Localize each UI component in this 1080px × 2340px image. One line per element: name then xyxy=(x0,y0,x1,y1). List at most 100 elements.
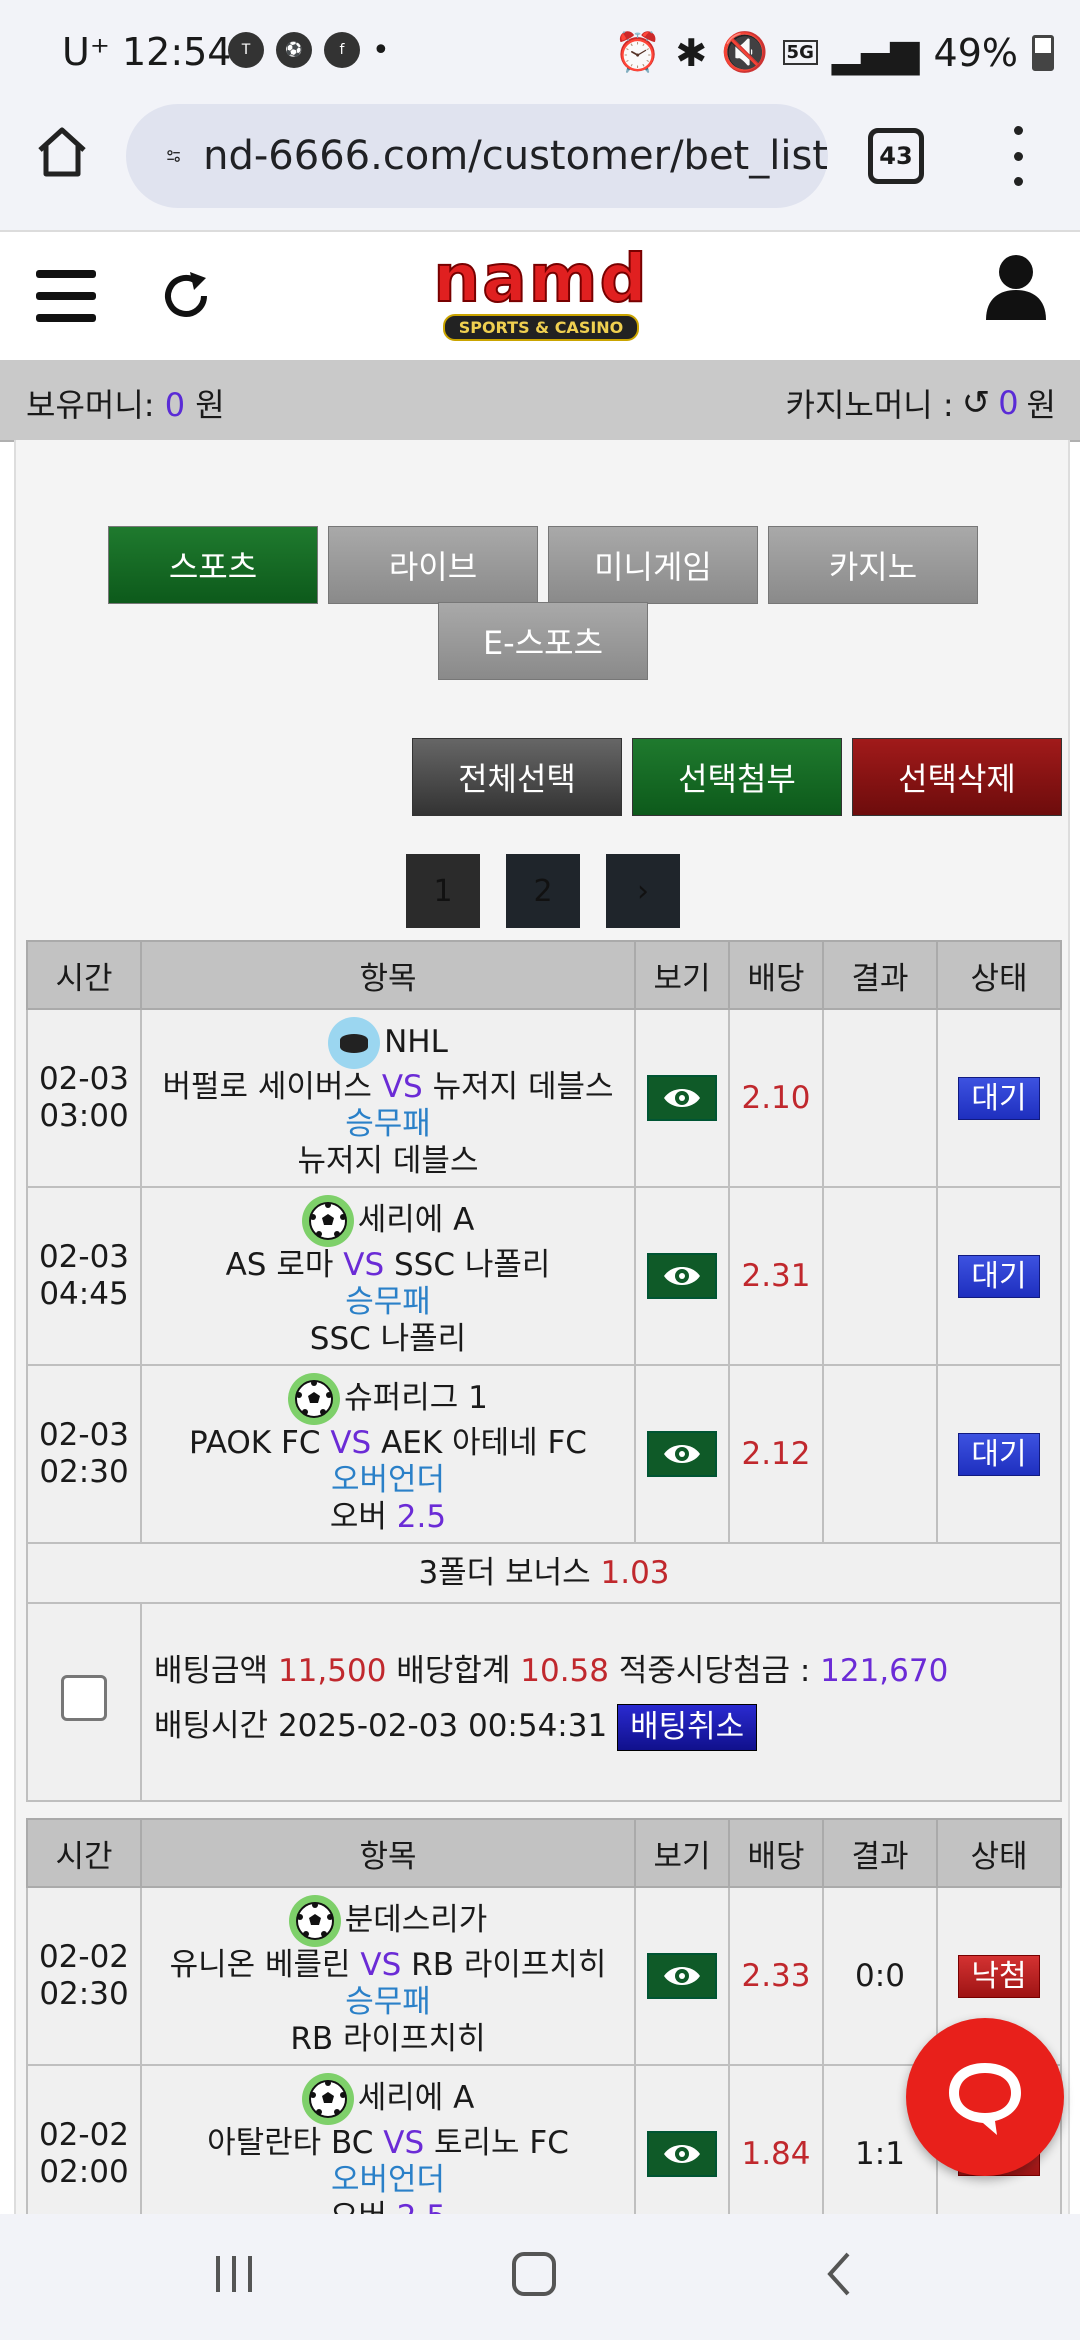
url-text[interactable]: nd-6666.com/customer/bet_list xyxy=(203,133,828,179)
market-type: 승무패 xyxy=(345,1983,431,2020)
eye-icon[interactable] xyxy=(647,1953,717,1999)
eye-icon[interactable] xyxy=(647,1075,717,1121)
chat-bubble-icon xyxy=(949,2063,1021,2135)
status-cell: 대기 xyxy=(936,1364,1062,1544)
menu-icon[interactable] xyxy=(36,270,96,322)
notification-icons: T ⚽ f • xyxy=(228,32,390,68)
col-header-item: 항목 xyxy=(140,1818,636,1888)
bet-item: 슈퍼리그 1 PAOK FC VS AEK 아테네 FC 오버언더 오버 2.5 xyxy=(140,1364,636,1544)
status-cell: 대기 xyxy=(936,1008,1062,1188)
odds-value: 2.12 xyxy=(728,1364,824,1544)
tab-sports[interactable]: 스포츠 xyxy=(108,526,318,604)
odds-value: 2.33 xyxy=(728,1886,824,2066)
attach-selected-button[interactable]: 선택첨부 xyxy=(632,738,842,816)
casino-refresh-icon[interactable]: ↺ xyxy=(962,383,991,423)
view-cell xyxy=(634,1886,730,2066)
soccer-ball-icon xyxy=(288,1894,341,1947)
eye-icon[interactable] xyxy=(647,2131,717,2177)
cancel-bet-button[interactable]: 배팅취소 xyxy=(617,1704,758,1751)
match-teams: 버펄로 세이버스 VS 뉴저지 데블스 xyxy=(162,1068,614,1105)
result-value xyxy=(822,1008,938,1188)
logo-subtitle: SPORTS & CASINO xyxy=(442,314,640,341)
table-row: 02-03 04:45 세리에 A AS 로마 VS SSC 나폴리 승무패 SS… xyxy=(26,1186,1062,1366)
slip-summary: 배팅금액 11,500 배당합계 10.58 적중시당첨금 : 121,670 … xyxy=(140,1602,1062,1802)
tab-casino[interactable]: 카지노 xyxy=(768,526,978,604)
holding-money: 보유머니: 0 원 xyxy=(26,386,225,424)
league-name: NHL xyxy=(384,1024,448,1060)
view-cell xyxy=(634,1186,730,1366)
back-icon[interactable] xyxy=(820,2250,860,2298)
status-badge: 낙첨 xyxy=(958,1954,1040,1998)
browser-menu-icon[interactable] xyxy=(1000,126,1036,186)
user-icon[interactable] xyxy=(984,252,1048,322)
col-header-view: 보기 xyxy=(634,940,730,1010)
status-badge: 대기 xyxy=(958,1076,1040,1120)
page-2[interactable]: 2 xyxy=(506,854,580,928)
bet-item: 분데스리가 유니온 베를린 VS RB 라이프치히 승무패 RB 라이프치히 xyxy=(140,1886,636,2066)
col-header-odds: 배당 xyxy=(728,940,824,1010)
select-all-button[interactable]: 전체선택 xyxy=(412,738,622,816)
status-cell: 대기 xyxy=(936,1186,1062,1366)
bet-time: 02-03 02:30 xyxy=(26,1364,142,1544)
system-nav-bar xyxy=(0,2214,1080,2340)
logo-text: namd xyxy=(432,240,649,317)
expected-payout: 121,670 xyxy=(820,1653,949,1689)
tab-minigame[interactable]: 미니게임 xyxy=(548,526,758,604)
col-header-item: 항목 xyxy=(140,940,636,1010)
tab-switcher-button[interactable]: 43 xyxy=(868,128,924,184)
soccer-ball-icon xyxy=(288,1372,341,1425)
home-icon[interactable] xyxy=(32,122,92,182)
match-teams: AS 로마 VS SSC 나폴리 xyxy=(225,1246,551,1283)
page-1[interactable]: 1 xyxy=(406,854,480,928)
address-bar[interactable]: nd-6666.com/customer/bet_list xyxy=(126,104,828,208)
slip-checkbox[interactable] xyxy=(61,1674,107,1721)
status-badge: 대기 xyxy=(958,1254,1040,1298)
casino-money: 카지노머니 : ↺ 0 원 xyxy=(785,383,1056,424)
bet-pick: SSC 나폴리 xyxy=(309,1320,467,1357)
league-name: 분데스리가 xyxy=(344,1902,488,1938)
refresh-icon[interactable] xyxy=(156,266,216,326)
table-row: 02-03 02:30 슈퍼리그 1 PAOK FC VS AEK 아테네 FC … xyxy=(26,1364,1062,1544)
tab-live[interactable]: 라이브 xyxy=(328,526,538,604)
status-time: U⁺ 12:54 xyxy=(62,30,232,74)
odds-value: 1.84 xyxy=(728,2064,824,2214)
tab-esports[interactable]: E-스포츠 xyxy=(438,602,648,680)
col-header-status: 상태 xyxy=(936,940,1062,1010)
eye-icon[interactable] xyxy=(647,1253,717,1299)
recent-apps-icon[interactable] xyxy=(212,2250,256,2298)
bet-amount: 11,500 xyxy=(277,1653,387,1689)
view-cell xyxy=(634,1364,730,1544)
bet-pick: 오버 2.5 xyxy=(142,2199,634,2215)
bet-item: 세리에 A 아탈란타 BC VS 토리노 FC 오버언더 오버 2.5 xyxy=(140,2064,636,2215)
battery-icon xyxy=(1032,34,1054,71)
holding-value: 0 xyxy=(164,386,186,424)
site-settings-icon[interactable] xyxy=(166,133,181,179)
view-cell xyxy=(634,2064,730,2214)
bet-time: 02-03 03:00 xyxy=(26,1008,142,1188)
site-logo[interactable]: namd SPORTS & CASINO xyxy=(374,240,708,346)
market-type: 승무패 xyxy=(345,1283,431,1320)
col-header-result: 결과 xyxy=(822,940,938,1010)
bet-time: 02-02 02:00 xyxy=(26,2064,142,2214)
match-teams: PAOK FC VS AEK 아테네 FC xyxy=(189,1424,587,1461)
bonus-row: 3폴더 보너스 1.03 xyxy=(26,1542,1062,1604)
page-next[interactable]: › xyxy=(606,854,680,928)
system-icons: ⏰ ✱ 🔇 5G ▂▄▆ 49% xyxy=(614,30,1054,75)
folder-bonus: 3폴더 보너스 1.03 xyxy=(26,1542,1062,1604)
match-teams: 유니온 베를린 VS RB 라이프치히 xyxy=(169,1946,607,1983)
soccer-icon: ⚽ xyxy=(276,32,312,68)
bet-pick: 뉴저지 데블스 xyxy=(297,1142,479,1179)
col-header-view: 보기 xyxy=(634,1818,730,1888)
odds-value: 2.10 xyxy=(728,1008,824,1188)
delete-selected-button[interactable]: 선택삭제 xyxy=(852,738,1062,816)
eye-icon[interactable] xyxy=(647,1431,717,1477)
alarm-icon: ⏰ xyxy=(614,30,662,74)
live-chat-button[interactable] xyxy=(906,2018,1064,2176)
status-bar: U⁺ 12:54 T ⚽ f • ⏰ ✱ 🔇 5G ▂▄▆ 49% xyxy=(0,0,1080,100)
select-cell xyxy=(26,1602,142,1802)
home-nav-icon[interactable] xyxy=(510,2250,558,2298)
match-teams: 아탈란타 BC VS 토리노 FC xyxy=(207,2124,569,2161)
view-cell xyxy=(634,1008,730,1188)
bet-datetime: 2025-02-03 00:54:31 xyxy=(277,1708,608,1744)
bluetooth-icon: ✱ xyxy=(675,30,708,75)
